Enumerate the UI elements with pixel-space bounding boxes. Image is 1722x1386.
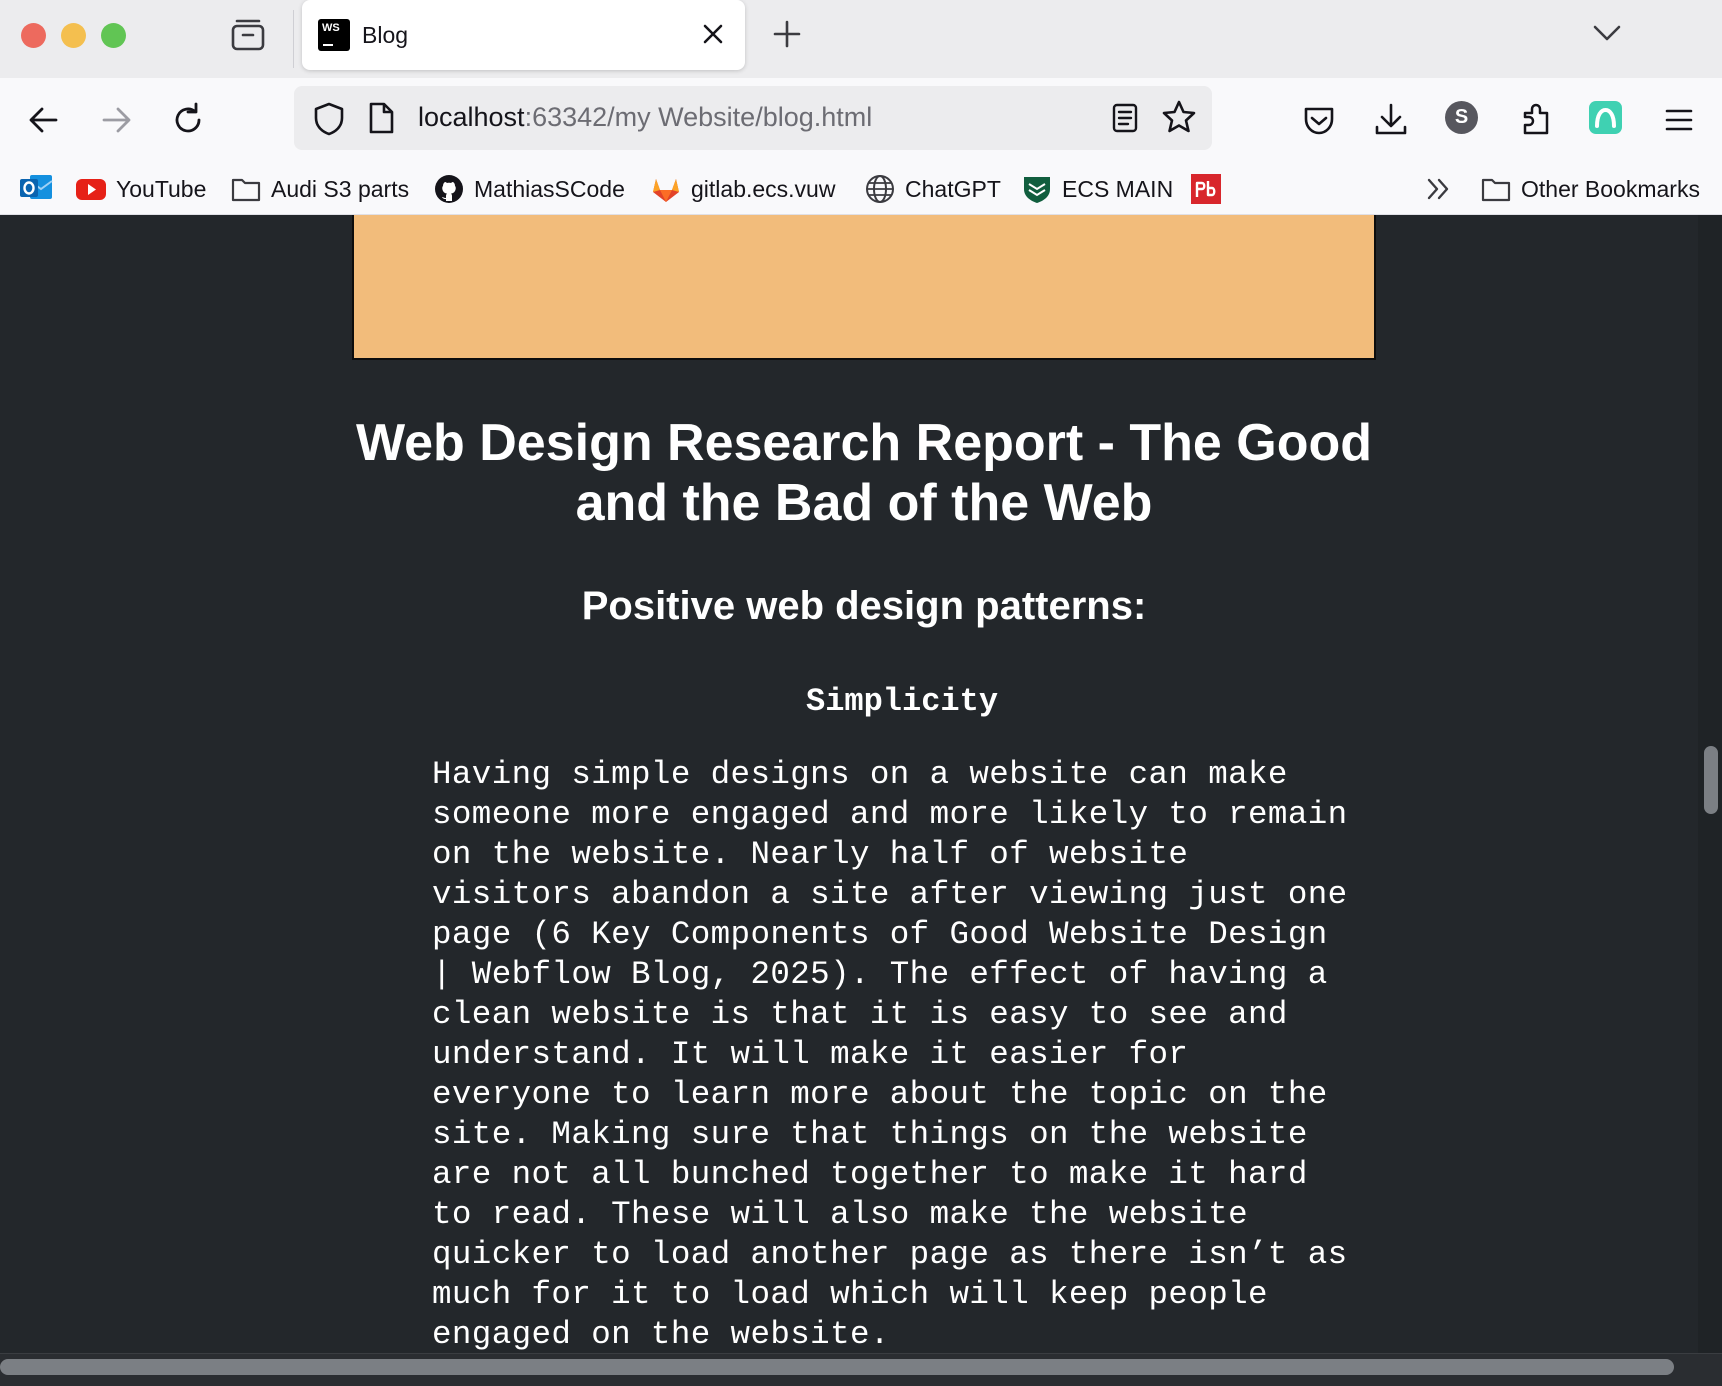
bookmarks-toolbar: YouTube Audi S3 parts MathiasSCode gitla… xyxy=(0,163,1722,215)
sub-heading: Simplicity xyxy=(805,683,999,720)
paragraph-line: quicker to load another page as there is… xyxy=(432,1236,1348,1273)
bookmark-star-icon[interactable] xyxy=(1160,98,1198,136)
paragraph-line: | Webflow Blog, 2025). The effect of hav… xyxy=(432,956,1328,993)
bookmark-label: Audi S3 parts xyxy=(271,175,410,202)
page-viewport: Web Design Research Report - The Good an… xyxy=(0,215,1722,1386)
tab-bar: WS Blog xyxy=(0,0,1722,78)
paragraph-line: much for it to load which will keep peop… xyxy=(432,1276,1268,1313)
profile-avatar[interactable]: S xyxy=(1445,101,1478,134)
back-arrow-icon[interactable] xyxy=(24,100,64,140)
paragraph-line: to read. These will also make the websit… xyxy=(432,1196,1249,1233)
paragraph-line: someone more engaged and more likely to … xyxy=(432,796,1348,833)
url-text[interactable]: localhost:63342/my Website/blog.html xyxy=(418,102,872,133)
gitlab-icon xyxy=(653,179,679,202)
new-tab-icon[interactable] xyxy=(770,17,804,51)
bookmark-label: YouTube xyxy=(116,175,207,202)
paragraph-line: are not all bunched together to make it … xyxy=(432,1156,1308,1193)
paragraph-line: page (6 Key Components of Good Website D… xyxy=(432,916,1328,953)
reader-view-icon[interactable] xyxy=(1110,101,1140,135)
tab-blog[interactable]: WS Blog xyxy=(302,0,745,70)
paragraph-line: visitors abandon a site after viewing ju… xyxy=(432,876,1348,913)
url-path: :63342/my Website/blog.html xyxy=(524,102,873,132)
tab-separator xyxy=(293,10,294,68)
bookmark-other-bookmarks[interactable]: Other Bookmarks xyxy=(1480,171,1700,207)
favicon-text: WS xyxy=(322,22,340,34)
github-icon xyxy=(435,175,463,203)
page-info-icon[interactable] xyxy=(366,101,396,135)
paragraph-line: everyone to learn more about the topic o… xyxy=(432,1076,1328,1113)
bookmark-label: MathiasSCode xyxy=(474,175,625,202)
horizontal-scrollbar-thumb[interactable] xyxy=(0,1359,1674,1375)
tracking-protection-shield-icon[interactable] xyxy=(312,101,346,137)
tab-overview-icon[interactable] xyxy=(230,18,266,52)
bookmark-pb[interactable] xyxy=(1190,171,1231,207)
more-bookmarks-chevrons-icon[interactable] xyxy=(1424,174,1454,204)
paragraph-line: clean website is that it is easy to see … xyxy=(432,996,1288,1033)
address-bar[interactable]: localhost:63342/my Website/blog.html xyxy=(294,86,1212,150)
header-banner xyxy=(352,215,1376,360)
close-window-button[interactable] xyxy=(21,23,46,48)
chevron-down-icon[interactable] xyxy=(1590,18,1624,48)
folder-icon xyxy=(231,178,261,202)
globe-icon xyxy=(866,175,894,203)
bookmark-mathiasscode[interactable]: MathiasSCode xyxy=(433,171,625,207)
webstorm-icon: WS xyxy=(318,19,350,51)
forward-arrow-icon[interactable] xyxy=(96,100,136,140)
page-title-line-2: and the Bad of the Web xyxy=(575,474,1153,532)
pocket-icon[interactable] xyxy=(1299,100,1339,140)
bookmark-label: gitlab.ecs.vuw xyxy=(691,175,836,202)
bookmark-gitlab[interactable]: gitlab.ecs.vuw xyxy=(650,171,835,207)
bookmark-label: Other Bookmarks xyxy=(1521,175,1700,202)
menu-hamburger-icon[interactable] xyxy=(1659,100,1699,140)
paragraph-line: on the website. Nearly half of website xyxy=(432,836,1189,873)
bookmark-audi-s3-parts[interactable]: Audi S3 parts xyxy=(230,171,409,207)
minimize-window-button[interactable] xyxy=(61,23,86,48)
youtube-icon xyxy=(76,179,106,200)
folder-icon xyxy=(1481,178,1511,202)
bookmark-chatgpt[interactable]: ChatGPT xyxy=(864,171,1001,207)
page-title-line-1: Web Design Research Report - The Good xyxy=(355,414,1373,472)
paragraph: Having simple designs on a website can m… xyxy=(432,755,1382,1355)
tab-title: Blog xyxy=(362,22,409,48)
downloads-icon[interactable] xyxy=(1371,100,1411,140)
url-host: localhost xyxy=(418,102,525,132)
section-heading: Positive web design patterns: xyxy=(581,584,1147,628)
shield-crest-icon xyxy=(1024,177,1050,203)
vertical-scrollbar-thumb[interactable] xyxy=(1704,746,1718,814)
bookmark-ecs-main[interactable]: ECS MAIN xyxy=(1021,171,1173,207)
bookmark-label: ECS MAIN xyxy=(1062,175,1174,202)
page-title: Web Design Research Report - The Good an… xyxy=(352,413,1376,533)
pb-logo-icon xyxy=(1191,174,1221,204)
zoom-window-button[interactable] xyxy=(101,23,126,48)
extensions-puzzle-icon[interactable] xyxy=(1516,100,1556,140)
paragraph-line: understand. It will make it easier for xyxy=(432,1036,1189,1073)
paragraph-line: engaged on the website. xyxy=(432,1316,890,1353)
close-tab-icon[interactable] xyxy=(699,20,727,48)
bookmark-label: ChatGPT xyxy=(905,175,1001,202)
paragraph-line: Having simple designs on a website can m… xyxy=(432,756,1288,793)
reload-icon[interactable] xyxy=(168,100,208,140)
paragraph-line: site. Making sure that things on the web… xyxy=(432,1116,1308,1153)
extension-green-icon[interactable] xyxy=(1589,101,1622,134)
bookmark-youtube[interactable]: YouTube xyxy=(75,171,206,207)
outlook-icon[interactable] xyxy=(18,171,54,203)
